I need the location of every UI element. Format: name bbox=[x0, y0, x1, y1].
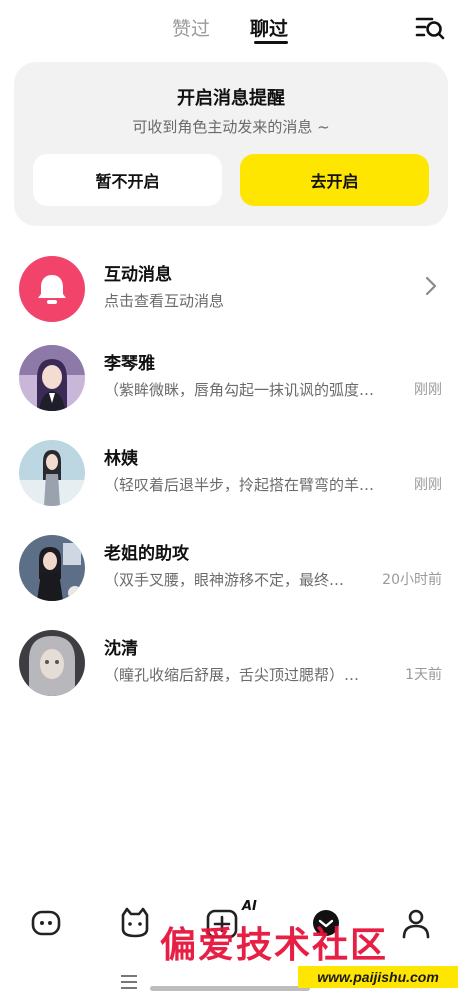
cat-icon bbox=[121, 907, 149, 938]
character-portrait bbox=[19, 345, 85, 411]
interaction-subtitle: 点击查看互动消息 bbox=[104, 292, 225, 310]
search-list-icon bbox=[415, 17, 445, 40]
chat-preview: （瞳孔收缩后舒展，舌尖顶过腮帮）… bbox=[104, 666, 360, 684]
bell-avatar bbox=[19, 256, 85, 322]
tab-chatted[interactable]: 聊过 bbox=[250, 14, 288, 41]
avatar bbox=[19, 440, 85, 506]
ai-badge: AI bbox=[242, 899, 257, 914]
interaction-messages-row[interactable]: 互动消息 点击查看互动消息 bbox=[0, 246, 462, 332]
character-portrait bbox=[19, 440, 85, 506]
character-portrait bbox=[19, 630, 85, 696]
watermark-logo: 偏爱技术社区 bbox=[160, 924, 389, 966]
menu-system-button[interactable] bbox=[118, 971, 140, 993]
chat-name: 李琴雅 bbox=[104, 354, 155, 374]
chat-name: 沈清 bbox=[104, 639, 138, 659]
tab-active-indicator bbox=[254, 41, 288, 44]
avatar bbox=[19, 630, 85, 696]
nav-home[interactable] bbox=[28, 905, 64, 941]
home-indicator[interactable] bbox=[150, 986, 310, 991]
chat-time: 刚刚 bbox=[414, 382, 442, 398]
chat-row[interactable]: 林姨 （轻叹着后退半步，拎起搭在臂弯的羊… 刚刚 bbox=[0, 430, 462, 516]
watermark-url: www.paijishu.com bbox=[298, 966, 458, 988]
profile-icon bbox=[402, 909, 430, 939]
chat-preview: （双手叉腰，眼神游移不定，最终… bbox=[104, 571, 345, 589]
menu-icon bbox=[121, 975, 137, 989]
nav-profile[interactable] bbox=[398, 905, 434, 941]
chevron-right-icon bbox=[425, 276, 437, 296]
chat-row[interactable]: 沈清 （瞳孔收缩后舒展，舌尖顶过腮帮）… 1天前 bbox=[0, 620, 462, 706]
character-portrait bbox=[19, 535, 85, 601]
chat-name: 老姐的助攻 bbox=[104, 544, 189, 564]
notification-prompt-card: 开启消息提醒 可收到角色主动发来的消息 ~ 暂不开启 去开启 bbox=[14, 62, 448, 226]
avatar bbox=[19, 535, 85, 601]
interaction-title: 互动消息 bbox=[104, 265, 172, 285]
chat-preview: （轻叹着后退半步，拎起搭在臂弯的羊… bbox=[104, 476, 375, 494]
bell-icon bbox=[38, 275, 66, 304]
avatar bbox=[19, 345, 85, 411]
chat-time: 20小时前 bbox=[382, 572, 442, 588]
chat-time: 1天前 bbox=[405, 667, 442, 683]
chat-name: 林姨 bbox=[104, 449, 138, 469]
chat-row[interactable]: 老姐的助攻 （双手叉腰，眼神游移不定，最终… 20小时前 bbox=[0, 525, 462, 611]
enable-notifications-button[interactable]: 去开启 bbox=[240, 154, 429, 206]
nav-discover[interactable] bbox=[117, 905, 153, 941]
search-list-button[interactable] bbox=[414, 14, 446, 42]
chat-row[interactable]: 李琴雅 （紫眸微眯，唇角勾起一抹讥讽的弧度… 刚刚 bbox=[0, 335, 462, 421]
chat-time: 刚刚 bbox=[414, 477, 442, 493]
top-tabs: 赞过 聊过 bbox=[0, 0, 462, 56]
not-now-button[interactable]: 暂不开启 bbox=[33, 154, 222, 206]
chat-preview: （紫眸微眯，唇角勾起一抹讥讽的弧度… bbox=[104, 381, 375, 399]
notice-subtitle: 可收到角色主动发来的消息 ~ bbox=[132, 118, 330, 136]
tab-liked[interactable]: 赞过 bbox=[172, 14, 210, 41]
chat-bot-icon bbox=[31, 910, 61, 936]
notice-title: 开启消息提醒 bbox=[177, 88, 285, 109]
